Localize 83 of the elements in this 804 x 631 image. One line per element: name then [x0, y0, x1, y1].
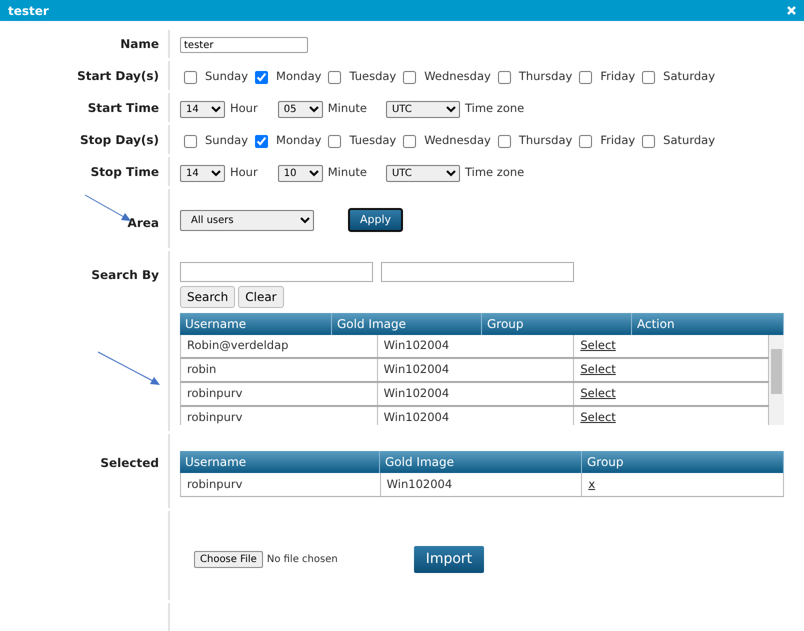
- column-header: Gold Image: [332, 313, 482, 335]
- table-cell: Robin@verdeldap: [181, 335, 378, 357]
- hour-select[interactable]: 14: [180, 164, 225, 182]
- field-label: Selected: [100, 456, 159, 470]
- field-label: Start Time: [88, 101, 159, 115]
- unit-label: Minute: [328, 164, 367, 182]
- unit-label: Time zone: [464, 100, 524, 118]
- table-cell: robinpurv: [181, 473, 381, 496]
- checkbox[interactable]: [328, 70, 342, 84]
- field-label: Name: [120, 37, 159, 51]
- checkbox[interactable]: [579, 70, 592, 84]
- day-label: Sunday: [205, 132, 248, 150]
- checkbox[interactable]: [642, 134, 656, 148]
- table-cell: Win102004: [378, 335, 574, 357]
- search-field[interactable]: [180, 262, 373, 282]
- day-label: Thursday: [518, 132, 572, 150]
- day-label: Friday: [600, 132, 636, 150]
- search-button[interactable]: Clear: [238, 286, 284, 308]
- checkbox[interactable]: [255, 134, 268, 148]
- day-label: Wednesday: [424, 132, 491, 150]
- select-link[interactable]: Select: [580, 361, 616, 379]
- checkbox[interactable]: [642, 70, 656, 84]
- checkbox[interactable]: [579, 134, 592, 148]
- arrow: [97, 351, 162, 386]
- choose-file-button[interactable]: Choose File: [194, 551, 263, 568]
- column-header: Group: [582, 451, 784, 473]
- checkbox[interactable]: [498, 70, 511, 84]
- search-button[interactable]: Search: [180, 286, 236, 308]
- table-cell: robin: [181, 359, 378, 381]
- checkbox[interactable]: [255, 70, 268, 84]
- apply-button[interactable]: Apply: [348, 208, 404, 232]
- checkbox[interactable]: [184, 134, 197, 148]
- table-cell: Win102004: [378, 407, 574, 425]
- day-label: Monday: [276, 132, 322, 150]
- column-header: Group: [482, 313, 632, 335]
- import-button[interactable]: Import: [414, 546, 484, 573]
- column-header: Username: [180, 451, 380, 473]
- search-field[interactable]: [381, 262, 574, 282]
- remove-link[interactable]: x: [588, 476, 596, 494]
- table-cell: Win102004: [378, 359, 574, 381]
- table-cell: Win102004: [378, 383, 574, 405]
- unit-label: Time zone: [464, 164, 524, 182]
- select-link[interactable]: Select: [580, 337, 616, 355]
- unit-label: Hour: [230, 100, 258, 118]
- unit-label: Hour: [230, 164, 258, 182]
- close-icon[interactable]: [787, 6, 796, 15]
- field-label: Search By: [91, 268, 159, 282]
- day-label: Sunday: [205, 68, 248, 86]
- table-cell: Win102004: [380, 473, 582, 496]
- table-cell: robinpurv: [181, 383, 378, 405]
- day-label: Monday: [276, 68, 322, 86]
- checkbox[interactable]: [498, 134, 511, 148]
- day-label: Friday: [600, 68, 636, 86]
- timezone-select[interactable]: UTC: [386, 100, 460, 118]
- select-link[interactable]: Select: [580, 385, 616, 403]
- day-label: Wednesday: [424, 68, 491, 86]
- checkbox[interactable]: [184, 70, 197, 84]
- day-label: Thursday: [518, 68, 572, 86]
- scrollbar[interactable]: [769, 335, 784, 425]
- column-header: Username: [180, 313, 332, 335]
- timezone-select[interactable]: UTC: [386, 164, 460, 182]
- field-label: Start Day(s): [77, 69, 159, 83]
- unit-label: Minute: [328, 100, 367, 118]
- window-title: tester: [8, 2, 49, 20]
- select-link[interactable]: Select: [580, 409, 616, 425]
- checkbox[interactable]: [403, 70, 416, 84]
- day-label: Saturday: [663, 68, 715, 86]
- checkbox[interactable]: [403, 134, 416, 148]
- column-header: Gold Image: [380, 451, 582, 473]
- day-label: Tuesday: [349, 68, 396, 86]
- field-label: Area: [128, 216, 159, 230]
- minute-select[interactable]: 05: [278, 100, 323, 118]
- day-label: Tuesday: [349, 132, 396, 150]
- file-status: No file chosen: [266, 553, 338, 567]
- day-label: Saturday: [663, 132, 715, 150]
- field-label: Stop Day(s): [80, 133, 159, 147]
- table-cell: robinpurv: [181, 407, 378, 425]
- hour-select[interactable]: 14: [180, 100, 225, 118]
- checkbox[interactable]: [328, 134, 342, 148]
- name-field[interactable]: tester: [180, 37, 308, 53]
- field-label: Stop Time: [90, 165, 159, 179]
- minute-select[interactable]: 10: [278, 164, 323, 182]
- area-select[interactable]: All users: [180, 210, 314, 230]
